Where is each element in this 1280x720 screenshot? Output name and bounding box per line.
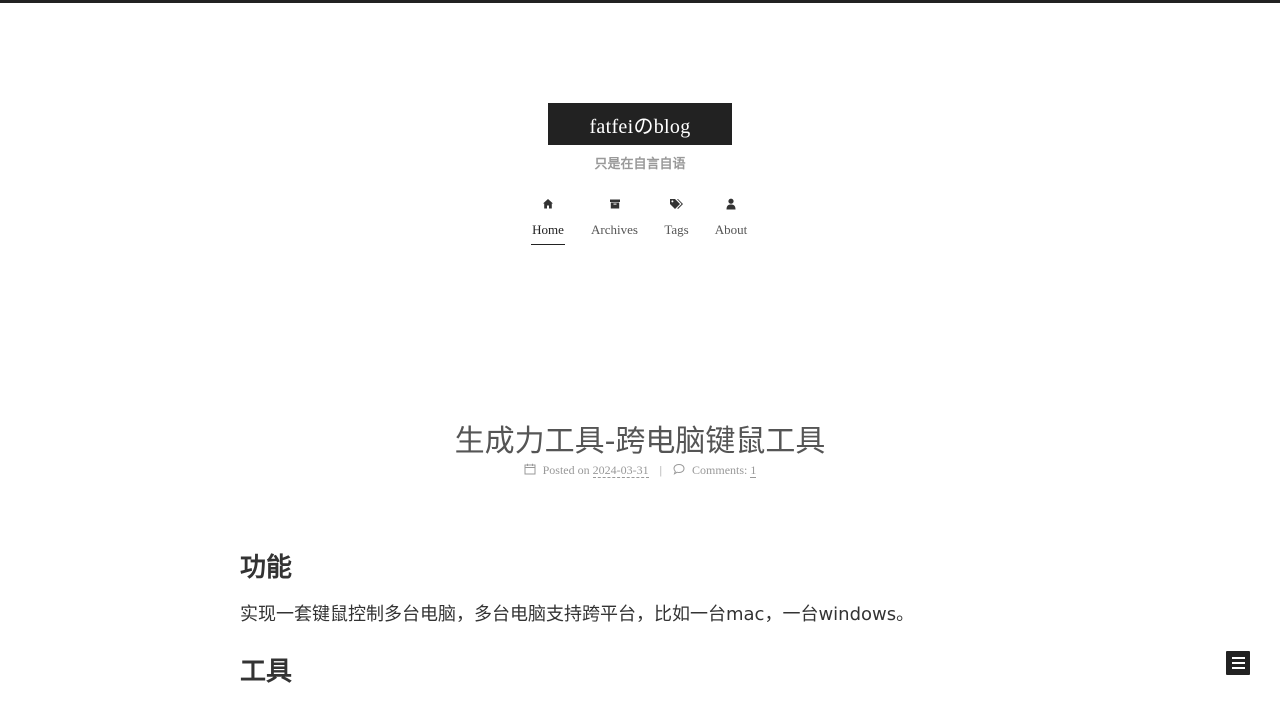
nav-item-archives[interactable]: Archives xyxy=(589,196,640,244)
post-title[interactable]: 生成力工具-跨电脑键鼠工具 xyxy=(0,416,1280,460)
menu-icon-bar xyxy=(1231,667,1245,669)
nav-item-label: About xyxy=(714,222,748,237)
user-icon xyxy=(713,196,749,216)
calendar-icon xyxy=(524,463,543,477)
nav-item-tags[interactable]: Tags xyxy=(663,196,690,244)
comments-label: Comments: xyxy=(692,463,748,477)
section-heading: 工具 xyxy=(240,657,293,687)
menu-icon-bar xyxy=(1231,657,1245,659)
home-icon xyxy=(531,196,565,216)
comments-count[interactable]: 1 xyxy=(750,463,757,478)
nav-item-label: Archives xyxy=(591,222,638,237)
nav-item-about[interactable]: About xyxy=(713,196,749,244)
comment-icon xyxy=(673,463,692,477)
nav-item-home[interactable]: Home xyxy=(531,196,565,245)
post-date[interactable]: 2024-03-31 xyxy=(592,463,649,478)
section-heading: 功能 xyxy=(240,553,293,583)
top-accent-bar xyxy=(0,0,1280,3)
menu-icon-bar xyxy=(1231,662,1245,664)
meta-separator: | xyxy=(659,463,663,477)
posted-label: Posted on xyxy=(542,463,590,477)
site-subtitle: 只是在自言自语 xyxy=(594,157,686,172)
site-title-text[interactable]: fatfeiのblog xyxy=(589,110,690,139)
sidebar-toggle-button[interactable] xyxy=(1226,651,1250,675)
archive-icon xyxy=(589,196,640,216)
site-title[interactable]: fatfeiのblog xyxy=(548,103,732,145)
main-nav: Home Archives Tags About xyxy=(0,196,1280,252)
section-paragraph: 实现一套键鼠控制多台电脑，多台电脑支持跨平台，比如一台mac，一台windows… xyxy=(240,604,915,625)
post-body: 功能 实现一套键鼠控制多台电脑，多台电脑支持跨平台，比如一台mac，一台wind… xyxy=(240,548,1040,692)
nav-item-label: Tags xyxy=(664,222,689,237)
post-meta: Posted on 2024-03-31 | Comments: 1 xyxy=(0,463,1280,478)
nav-item-label: Home xyxy=(531,222,565,245)
tags-icon xyxy=(663,196,690,216)
